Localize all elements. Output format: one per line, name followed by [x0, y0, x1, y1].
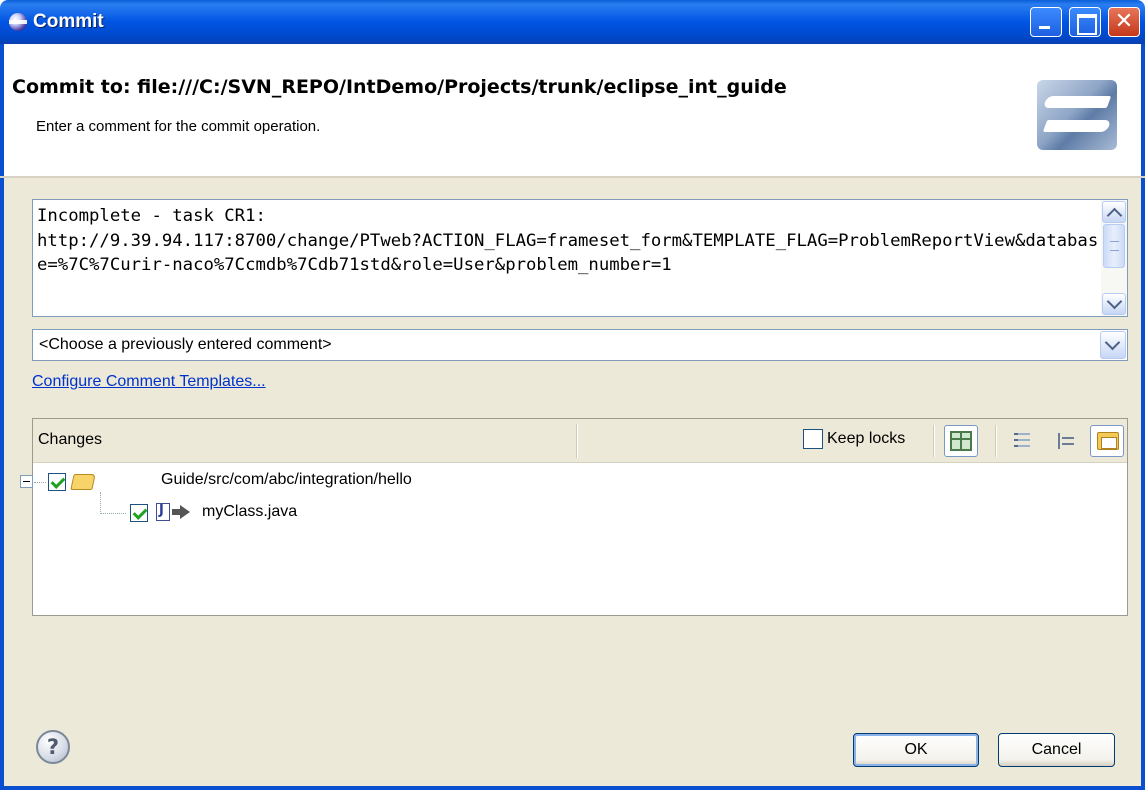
close-icon: ✕ — [1114, 9, 1134, 34]
dialog-header: Commit to: file:///C:/SVN_REPO/IntDemo/P… — [0, 44, 1145, 176]
tree-item-file-label[interactable]: myClass.java — [202, 503, 297, 525]
folder-checkbox[interactable] — [48, 473, 66, 491]
java-file-icon — [156, 503, 170, 521]
flat-layout-icon — [950, 431, 972, 451]
previous-comment-select[interactable]: <Choose a previously entered comment> — [32, 329, 1128, 361]
minimize-button[interactable] — [1030, 7, 1062, 37]
tree-item-folder-label[interactable]: Guide/src/com/abc/integration/hello — [161, 471, 412, 493]
open-folder-icon — [70, 474, 96, 490]
previous-comment-dropdown-button[interactable] — [1100, 331, 1126, 359]
toolbar-separator — [933, 425, 935, 457]
eclipse-icon — [9, 13, 27, 31]
list-layout-button[interactable] — [1005, 425, 1039, 457]
collapse-expander[interactable] — [20, 475, 33, 488]
changes-label: Changes — [38, 431, 103, 448]
tree-layout-button[interactable] — [1049, 425, 1083, 457]
previous-comment-value: <Choose a previously entered comment> — [39, 336, 332, 353]
chevron-up-icon — [1106, 207, 1123, 224]
scroll-thumb[interactable] — [1103, 224, 1125, 268]
tree-connector — [100, 492, 101, 514]
tree-connector — [100, 513, 126, 514]
header-description: Enter a comment for the commit operation… — [36, 118, 321, 135]
comment-scrollbar[interactable] — [1101, 200, 1127, 316]
title-bar: Commit ✕ — [0, 0, 1145, 44]
folder-layout-button[interactable] — [1090, 425, 1124, 457]
scroll-down-button[interactable] — [1102, 293, 1126, 315]
keep-locks-label[interactable]: Keep locks — [827, 430, 905, 448]
ok-button[interactable]: OK — [853, 733, 979, 767]
header-separator — [576, 424, 578, 458]
maximize-button[interactable] — [1069, 7, 1101, 37]
tree-connector — [34, 482, 46, 483]
comment-textarea[interactable]: Incomplete - task CR1: http://9.39.94.11… — [32, 199, 1128, 317]
list-layout-icon — [1014, 433, 1030, 449]
close-button[interactable]: ✕ — [1108, 7, 1140, 37]
chevron-down-icon — [1106, 293, 1123, 310]
scroll-up-button[interactable] — [1102, 201, 1126, 224]
help-icon: ? — [46, 735, 60, 759]
keep-locks-checkbox[interactable] — [803, 429, 823, 449]
subversive-logo-icon — [1037, 80, 1117, 150]
file-checkbox[interactable] — [130, 504, 148, 522]
flat-layout-button[interactable] — [944, 425, 978, 457]
chevron-down-icon — [1104, 334, 1121, 351]
toolbar-separator — [995, 425, 997, 457]
configure-comment-templates-link[interactable]: Configure Comment Templates... — [32, 373, 266, 391]
window-title: Commit — [33, 11, 104, 32]
changes-header: Changes Keep locks — [33, 419, 1127, 463]
cancel-button[interactable]: Cancel — [998, 733, 1115, 767]
folder-layout-icon — [1097, 432, 1119, 450]
changes-panel: Changes Keep locks — [32, 418, 1128, 616]
help-button[interactable]: ? — [36, 730, 70, 764]
outgoing-change-icon — [172, 505, 190, 519]
page-title: Commit to: file:///C:/SVN_REPO/IntDemo/P… — [12, 76, 787, 98]
comment-text[interactable]: Incomplete - task CR1: http://9.39.94.11… — [37, 204, 1099, 314]
tree-layout-icon — [1058, 433, 1074, 449]
